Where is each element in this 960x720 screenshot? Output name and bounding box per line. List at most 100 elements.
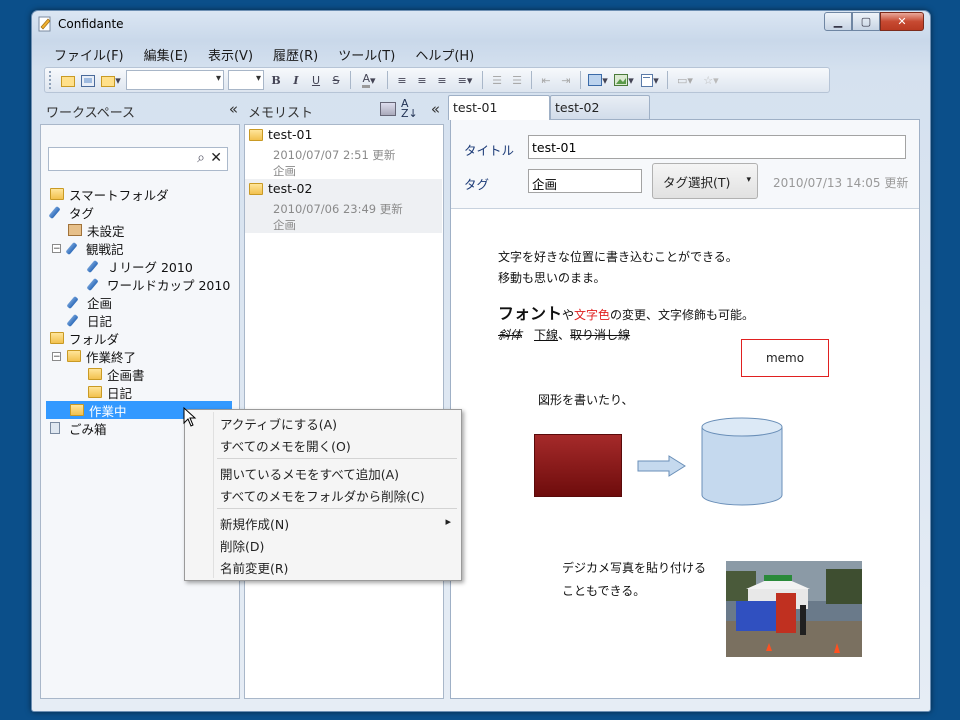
tag-icon	[88, 278, 102, 290]
workspace-search-input[interactable]: ⌕ ✕	[48, 147, 228, 171]
font-size-select[interactable]	[228, 70, 264, 90]
close-button[interactable]: ✕	[880, 12, 924, 31]
memolist-collapse-button[interactable]: «	[431, 100, 440, 118]
tree-nikki-folder[interactable]: 日記	[88, 383, 132, 401]
font-family-select[interactable]	[126, 70, 224, 90]
menu-edit[interactable]: 編集(E)	[134, 43, 198, 64]
insert-shape-icon[interactable]: ▾	[586, 70, 610, 90]
collapse-toggle-icon[interactable]: −	[52, 243, 61, 253]
menu-tools[interactable]: ツール(T)	[328, 43, 405, 64]
tab-test-02[interactable]: test-02	[550, 95, 650, 119]
memo-icon	[249, 182, 263, 195]
line-spacing-icon[interactable]: ≡▾	[453, 70, 477, 90]
tab-test-01[interactable]: test-01	[448, 95, 550, 120]
tag-input[interactable]: 企画	[528, 169, 642, 193]
layout-toggle-icon[interactable]	[380, 102, 396, 116]
tree-unset[interactable]: 未設定	[68, 221, 125, 239]
ctx-open-all[interactable]: すべてのメモを開く(O)	[220, 436, 351, 455]
tree-smart-folder[interactable]: スマートフォルダ	[50, 185, 169, 203]
memo-title: test-02	[268, 181, 313, 196]
indent-icon[interactable]: ⇥	[557, 70, 575, 90]
ctx-rename[interactable]: 名前変更(R)	[220, 558, 288, 577]
sort-az-icon[interactable]: A Z↓	[401, 98, 418, 119]
underline-sample: 下線	[534, 328, 559, 342]
red-rectangle-shape[interactable]	[534, 434, 622, 497]
memo-box-text: memo	[765, 351, 805, 365]
bold-button[interactable]: B	[267, 70, 285, 90]
underline-button[interactable]: U	[307, 70, 325, 90]
align-left-icon[interactable]: ≡	[393, 70, 411, 90]
ctx-remove-all[interactable]: すべてのメモをフォルダから削除(C)	[220, 486, 425, 505]
font-color-button[interactable]: A ▾	[356, 70, 382, 90]
menu-view[interactable]: 表示(V)	[198, 43, 263, 64]
ctx-add-open[interactable]: 開いているメモをすべて追加(A)	[220, 464, 399, 483]
star-icon[interactable]: ☆▾	[699, 70, 723, 90]
bullet-list-icon[interactable]: ☰	[488, 70, 506, 90]
menu-history[interactable]: 履歴(R)	[263, 43, 328, 64]
maximize-button[interactable]: ▢	[852, 12, 880, 31]
collapse-toggle-icon[interactable]: −	[52, 351, 61, 361]
cylinder-shape[interactable]	[701, 417, 783, 507]
workspace-collapse-button[interactable]: «	[229, 100, 238, 118]
photo-caption-1[interactable]: デジカメ写真を貼り付ける	[562, 559, 706, 576]
tag-label: タグ	[464, 177, 490, 192]
shapes-caption[interactable]: 図形を書いたり、	[538, 391, 634, 408]
new-memo-icon[interactable]	[59, 70, 77, 90]
insert-image-icon[interactable]: ▾	[612, 70, 636, 90]
tree-nikki[interactable]: 日記	[68, 311, 112, 329]
insert-document-icon[interactable]: ▾	[638, 70, 662, 90]
align-center-icon[interactable]: ≡	[413, 70, 431, 90]
strikethrough-button[interactable]: S	[327, 70, 345, 90]
outdent-icon[interactable]: ⇤	[537, 70, 555, 90]
tree-worldcup[interactable]: ワールドカップ 2010	[88, 275, 230, 293]
memo-list-item[interactable]: test-02 2010/07/06 23:49 更新 企画	[245, 179, 442, 233]
menu-file[interactable]: ファイル(F)	[44, 43, 134, 64]
title-bar[interactable]: Confidante ▁ ▢ ✕	[32, 11, 930, 39]
pasted-photo[interactable]	[726, 561, 862, 657]
tree-kansen[interactable]: − 観戦記	[52, 239, 124, 257]
body-line-1[interactable]: 文字を好きな位置に書き込むことができる。	[498, 248, 738, 265]
ctx-delete[interactable]: 削除(D)	[220, 536, 264, 555]
memo-list-item[interactable]: test-01 2010/07/07 2:51 更新 企画	[245, 125, 442, 179]
number-list-icon[interactable]: ☰	[508, 70, 526, 90]
folder-dropdown-icon[interactable]: ▾	[99, 70, 123, 90]
align-right-icon[interactable]: ≡	[433, 70, 451, 90]
tree-kikakusho[interactable]: 企画書	[88, 365, 145, 383]
minimize-button[interactable]: ▁	[824, 12, 852, 31]
tree-trash[interactable]: ごみ箱	[50, 419, 107, 437]
tree-jleague[interactable]: Ｊリーグ 2010	[88, 257, 193, 275]
search-icon[interactable]: ⌕	[197, 150, 205, 166]
tree-label: 日記	[107, 385, 133, 401]
memo-updated: 2010/07/06 23:49 更新	[273, 202, 403, 216]
tag-icon	[68, 296, 82, 308]
tree-kikaku[interactable]: 企画	[68, 293, 112, 311]
toolbar-grip[interactable]	[49, 71, 54, 89]
folder-icon	[50, 332, 64, 344]
body-decoration-line[interactable]: 斜体 下線、取り消し線	[498, 326, 630, 343]
body-line-2[interactable]: 移動も思いのまま。	[498, 269, 606, 286]
italic-button[interactable]: I	[287, 70, 305, 90]
ctx-activate[interactable]: アクティブにする(A)	[220, 414, 337, 433]
ctx-new[interactable]: 新規作成(N)	[220, 514, 289, 533]
clear-search-icon[interactable]: ✕	[210, 150, 222, 166]
memo-tag: 企画	[273, 218, 296, 232]
tag-select-label: タグ選択(T)	[663, 174, 731, 190]
tree-done[interactable]: − 作業終了	[52, 347, 136, 365]
tree-folder-root[interactable]: フォルダ	[50, 329, 119, 347]
tree-tag-root[interactable]: タグ	[50, 203, 94, 221]
tree-label: フォルダ	[69, 331, 120, 347]
menu-help[interactable]: ヘルプ(H)	[405, 43, 484, 64]
window-icon[interactable]	[79, 70, 97, 90]
memo-title: test-01	[268, 127, 313, 142]
tag-select-button[interactable]: タグ選択(T) ▾	[652, 163, 758, 199]
tree-working[interactable]: 作業中	[70, 401, 127, 419]
mouse-cursor-icon	[183, 407, 197, 427]
body-format-line[interactable]: フォントや文字色の変更、文字修飾も可能。	[498, 300, 754, 324]
title-input[interactable]: test-01	[528, 135, 906, 159]
folder-icon	[88, 368, 102, 380]
arrow-shape[interactable]	[637, 455, 687, 477]
frame-icon[interactable]: ▭▾	[673, 70, 697, 90]
memo-box[interactable]: memo	[741, 339, 829, 377]
tree-label: 作業中	[89, 403, 127, 419]
photo-caption-2[interactable]: こともできる。	[562, 582, 645, 599]
